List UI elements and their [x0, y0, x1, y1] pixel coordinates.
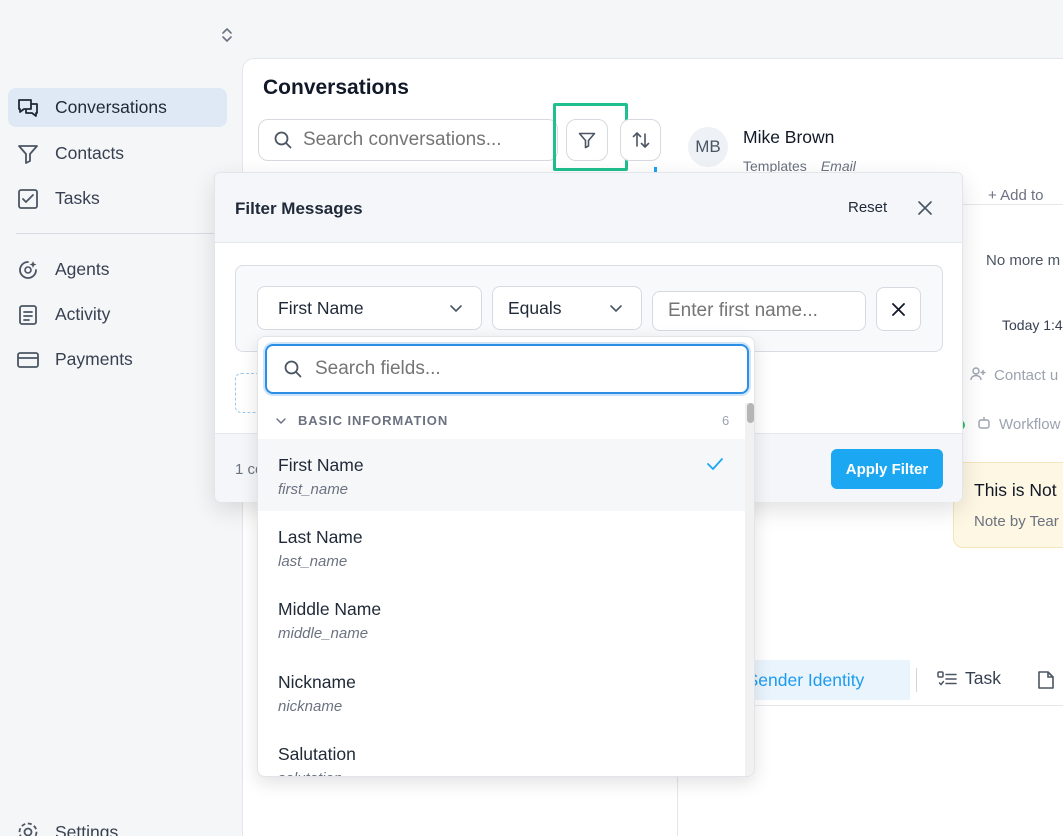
sidebar-item-label: Conversations	[55, 97, 167, 117]
contact-name[interactable]: Mike Brown	[743, 127, 834, 148]
sidebar-item-label: Payments	[55, 349, 133, 369]
sidebar-item-contacts[interactable]: Contacts	[8, 134, 227, 173]
tab-label: d Sender Identity	[740, 669, 865, 690]
operator-select[interactable]: Equals	[492, 286, 642, 330]
modal-title: Filter Messages	[235, 199, 363, 218]
group-header-basic-information[interactable]: BASIC INFORMATION 6	[258, 403, 746, 439]
add-to-button[interactable]: + Add to	[988, 187, 1043, 204]
field-select[interactable]: First Name	[257, 286, 482, 330]
note-title: This is Not	[974, 480, 1057, 500]
chevron-down-icon	[610, 305, 622, 313]
date-separator: Today 1:4	[1002, 317, 1063, 333]
sidebar-item-label: Agents	[55, 259, 110, 279]
robot-icon	[978, 417, 990, 429]
checkbox-icon	[18, 188, 38, 209]
group-label: BASIC INFORMATION	[298, 413, 449, 428]
chevron-down-icon	[276, 418, 286, 425]
close-icon[interactable]	[918, 197, 932, 221]
tab-task[interactable]: Task	[937, 668, 1001, 689]
sort-button[interactable]	[620, 119, 661, 161]
sidebar-item-agents[interactable]: Agents	[8, 250, 227, 289]
group-count: 6	[722, 413, 730, 428]
field-option-middle-name[interactable]: Middle Name middle_name	[258, 583, 745, 655]
sidebar-divider	[16, 233, 226, 234]
sidebar-item-label: Settings	[55, 821, 119, 836]
apply-filter-button[interactable]: Apply Filter	[831, 449, 943, 489]
chevron-down-icon	[450, 305, 462, 313]
field-search-input[interactable]	[315, 358, 715, 380]
field-option-last-name[interactable]: Last Name last_name	[258, 511, 745, 583]
value-input[interactable]	[668, 300, 858, 322]
sparkle-agent-icon	[19, 260, 37, 279]
close-icon	[892, 302, 905, 316]
option-label: Middle Name	[278, 599, 382, 619]
option-key: first_name	[278, 481, 349, 498]
reset-button[interactable]: Reset	[848, 199, 887, 216]
option-label: Salutation	[278, 744, 356, 764]
sidebar: Conversations Contacts Tasks Agents Acti…	[0, 0, 243, 836]
note-author: Note by Tear	[974, 513, 1059, 530]
tab-separator	[916, 668, 917, 692]
value-field[interactable]	[652, 291, 866, 331]
remove-rule-button[interactable]	[876, 287, 921, 331]
tab-sender-identity[interactable]: d Sender Identity	[740, 660, 910, 700]
user-plus-icon	[970, 367, 986, 381]
sidebar-item-label: Tasks	[55, 188, 100, 208]
note-card[interactable]	[953, 462, 1063, 548]
condition-count: 1 condition	[235, 461, 259, 478]
filter-funnel-icon	[18, 144, 38, 164]
field-dropdown: BASIC INFORMATION 6 First Name first_nam…	[257, 336, 755, 777]
option-label: Last Name	[278, 527, 363, 547]
search-icon	[284, 360, 302, 378]
document-icon[interactable]	[1037, 670, 1055, 695]
dropdown-scrollbar[interactable]	[745, 403, 754, 776]
field-option-salutation[interactable]: Salutation salutation	[258, 728, 745, 776]
sort-arrows-icon	[632, 132, 649, 148]
sidebar-item-activity[interactable]: Activity	[8, 295, 227, 334]
sidebar-item-settings[interactable]: Settings	[16, 820, 118, 836]
task-list-icon	[937, 670, 957, 686]
activity-text: Workflow	[999, 416, 1061, 433]
activity-text: Contact u	[994, 367, 1059, 384]
conversation-search[interactable]	[258, 119, 558, 161]
activity-contact-updated: Contact u	[970, 367, 1058, 384]
option-key: last_name	[278, 553, 348, 570]
field-option-nickname[interactable]: Nickname nickname	[258, 656, 745, 728]
tab-label: Task	[965, 668, 1001, 688]
check-icon	[707, 458, 723, 470]
workspace-switcher-chevrons-icon[interactable]	[218, 26, 236, 44]
field-select-value: First Name	[278, 297, 364, 318]
page-title: Conversations	[263, 76, 409, 99]
search-icon	[274, 131, 292, 149]
list-doc-icon	[19, 304, 37, 325]
option-key: nickname	[278, 698, 343, 715]
sidebar-item-label: Activity	[55, 304, 111, 324]
no-more-messages: No more m	[986, 252, 1061, 269]
option-key: middle_name	[278, 625, 369, 642]
sidebar-item-payments[interactable]: Payments	[8, 340, 227, 379]
search-input[interactable]	[303, 129, 543, 151]
field-option-first-name[interactable]: First Name first_name	[258, 439, 745, 511]
sidebar-item-conversations[interactable]: Conversations	[8, 88, 227, 127]
option-label: First Name	[278, 455, 364, 475]
operator-select-value: Equals	[508, 297, 562, 318]
card-icon	[17, 351, 39, 368]
gear-icon	[18, 822, 38, 836]
avatar[interactable]: MB	[688, 127, 728, 167]
chat-bubbles-icon	[18, 98, 38, 117]
header-divider	[962, 204, 1063, 205]
sidebar-item-label: Contacts	[55, 143, 125, 163]
field-search[interactable]	[265, 344, 749, 394]
filter-button-highlight	[553, 103, 628, 171]
option-key: salutation	[278, 770, 342, 776]
sidebar-item-tasks[interactable]: Tasks	[8, 179, 227, 218]
option-label: Nickname	[278, 672, 356, 692]
activity-workflow: Workflow	[960, 416, 1060, 433]
dropdown-scroll-thumb[interactable]	[747, 403, 754, 423]
